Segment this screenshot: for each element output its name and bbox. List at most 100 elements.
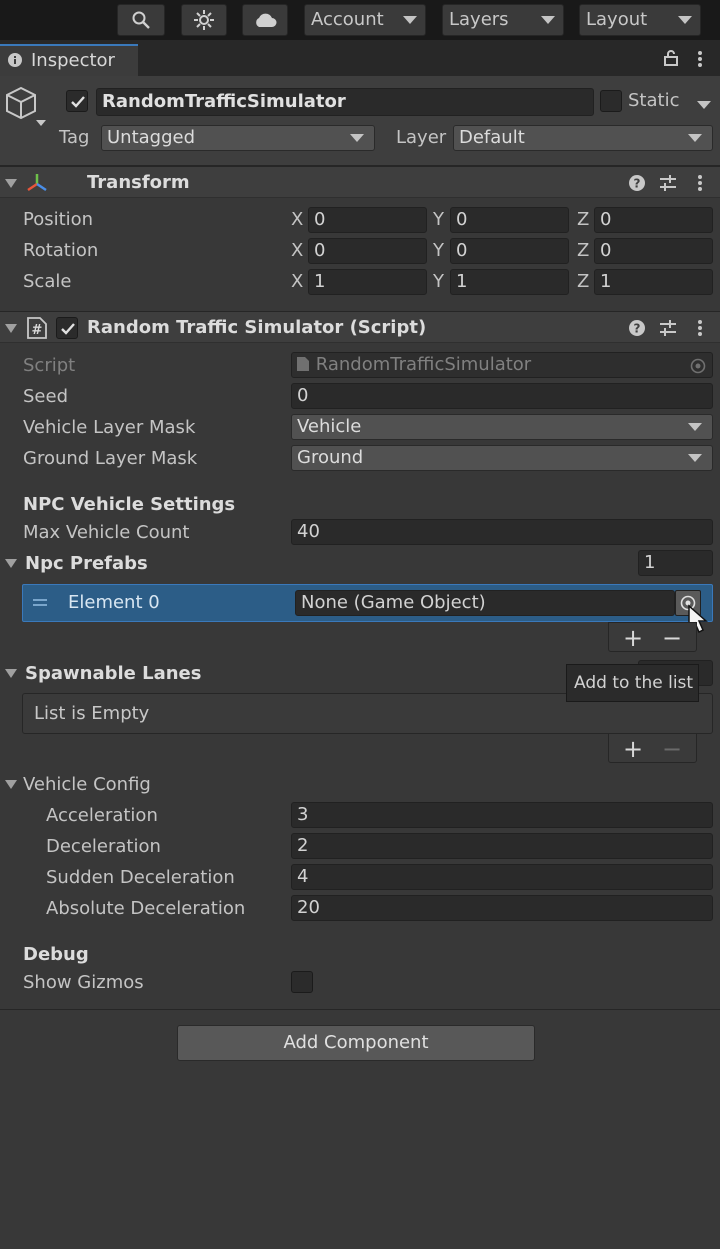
account-label: Account [311, 9, 384, 30]
object-name-field[interactable]: RandomTrafficSimulator [96, 88, 594, 116]
add-component-button[interactable]: Add Component [177, 1025, 535, 1061]
deceleration-label: Deceleration [46, 836, 161, 857]
foldout-arrow-icon[interactable] [5, 324, 17, 333]
chevron-down-icon [678, 16, 692, 24]
axis-z-label: Z [577, 240, 590, 261]
axis-z-label: Z [577, 271, 590, 292]
svg-text:?: ? [634, 177, 641, 191]
debug-heading: Debug [23, 944, 89, 965]
search-button[interactable] [117, 4, 165, 36]
show-gizmos-checkbox[interactable] [291, 971, 313, 993]
component-enabled-checkbox[interactable] [56, 317, 78, 339]
ground-layer-mask-dropdown[interactable]: Ground [291, 445, 713, 471]
more-icon[interactable] [697, 319, 703, 337]
foldout-arrow-icon[interactable] [5, 669, 17, 678]
foldout-arrow-icon[interactable] [5, 559, 17, 568]
presets-icon[interactable] [659, 174, 677, 192]
drag-handle-icon[interactable] [33, 599, 47, 607]
spawnable-lanes-label[interactable]: Spawnable Lanes [25, 663, 201, 684]
script-file-icon [297, 357, 309, 371]
add-item-button[interactable]: + [619, 737, 647, 761]
npc-prefabs-size-field[interactable]: 1 [638, 550, 713, 576]
position-z-field[interactable]: 0 [594, 207, 713, 233]
script-component-header[interactable]: # Random Traffic Simulator (Script) ? [0, 311, 720, 343]
script-value: RandomTrafficSimulator [315, 354, 532, 375]
absolute-deceleration-field[interactable]: 20 [291, 895, 713, 921]
transform-icon [27, 174, 47, 192]
lock-icon[interactable] [664, 50, 678, 66]
layers-label: Layers [449, 9, 509, 30]
info-icon [8, 53, 22, 67]
element-0-object-field[interactable]: None (Game Object) [295, 590, 675, 616]
svg-text:#: # [32, 323, 43, 338]
remove-item-button[interactable]: − [658, 737, 686, 761]
cloud-button[interactable] [242, 4, 288, 36]
axis-y-label: Y [433, 209, 444, 230]
more-icon[interactable] [697, 50, 703, 68]
element-0-label: Element 0 [68, 592, 160, 613]
position-label: Position [23, 209, 94, 230]
acceleration-field[interactable]: 3 [291, 802, 713, 828]
ground-layer-mask-value: Ground [297, 447, 364, 468]
scale-y-field[interactable]: 1 [450, 269, 569, 295]
more-icon[interactable] [697, 174, 703, 192]
cloud-icon [256, 13, 277, 27]
sudden-deceleration-field[interactable]: 4 [291, 864, 713, 890]
help-icon[interactable]: ? [628, 319, 646, 337]
rotation-label: Rotation [23, 240, 99, 261]
spawnable-lanes-footer: + − [608, 733, 697, 763]
svg-text:?: ? [634, 322, 641, 336]
vehicle-layer-mask-label: Vehicle Layer Mask [23, 417, 196, 438]
services-button[interactable] [181, 4, 227, 36]
scale-x-field[interactable]: 1 [308, 269, 427, 295]
vehicle-config-label[interactable]: Vehicle Config [23, 774, 151, 795]
position-x-field[interactable]: 0 [308, 207, 427, 233]
rotation-x-field[interactable]: 0 [308, 238, 427, 264]
foldout-arrow-icon[interactable] [5, 179, 17, 188]
static-checkbox[interactable] [600, 90, 622, 112]
tag-label: Tag [59, 127, 90, 148]
settings-icon [194, 10, 214, 30]
tag-dropdown[interactable]: Untagged [101, 125, 375, 151]
vehicle-layer-mask-dropdown[interactable]: Vehicle [291, 414, 713, 440]
rotation-z-field[interactable]: 0 [594, 238, 713, 264]
scale-label: Scale [23, 271, 72, 292]
seed-field[interactable]: 0 [291, 383, 713, 409]
rotation-y-field[interactable]: 0 [450, 238, 569, 264]
layer-dropdown[interactable]: Default [453, 125, 713, 151]
foldout-arrow-icon[interactable] [5, 780, 17, 789]
gameobject-cube-icon[interactable] [4, 84, 48, 130]
help-icon[interactable]: ? [628, 174, 646, 192]
add-item-button[interactable]: + [619, 626, 647, 650]
max-vehicle-count-label: Max Vehicle Count [23, 522, 190, 543]
npc-settings-heading: NPC Vehicle Settings [23, 494, 236, 515]
chevron-down-icon [688, 423, 702, 431]
top-toolbar: Account Layers Layout [0, 0, 720, 40]
absolute-deceleration-label: Absolute Deceleration [46, 898, 246, 919]
remove-item-button[interactable]: − [658, 626, 686, 650]
deceleration-field[interactable]: 2 [291, 833, 713, 859]
npc-prefabs-label[interactable]: Npc Prefabs [25, 553, 148, 574]
script-component-title: Random Traffic Simulator (Script) [87, 317, 427, 338]
position-y-field[interactable]: 0 [450, 207, 569, 233]
tab-inspector[interactable]: Inspector [0, 44, 138, 76]
axis-x-label: X [291, 209, 304, 230]
transform-header[interactable]: Transform ? [0, 166, 720, 198]
chevron-down-icon [403, 16, 417, 24]
show-gizmos-label: Show Gizmos [23, 972, 144, 993]
presets-icon[interactable] [659, 319, 677, 337]
account-dropdown[interactable]: Account [304, 4, 426, 36]
active-checkbox[interactable] [66, 90, 88, 112]
axis-x-label: X [291, 240, 304, 261]
layout-dropdown[interactable]: Layout [579, 4, 701, 36]
script-icon: # [27, 317, 47, 339]
divider [0, 1009, 720, 1010]
static-label: Static [628, 90, 680, 111]
static-dropdown-icon[interactable] [697, 101, 711, 109]
layers-dropdown[interactable]: Layers [442, 4, 564, 36]
search-icon [132, 11, 150, 29]
axis-y-label: Y [433, 271, 444, 292]
scale-z-field[interactable]: 1 [594, 269, 713, 295]
max-vehicle-count-field[interactable]: 40 [291, 519, 713, 545]
checkmark-icon [71, 96, 85, 108]
